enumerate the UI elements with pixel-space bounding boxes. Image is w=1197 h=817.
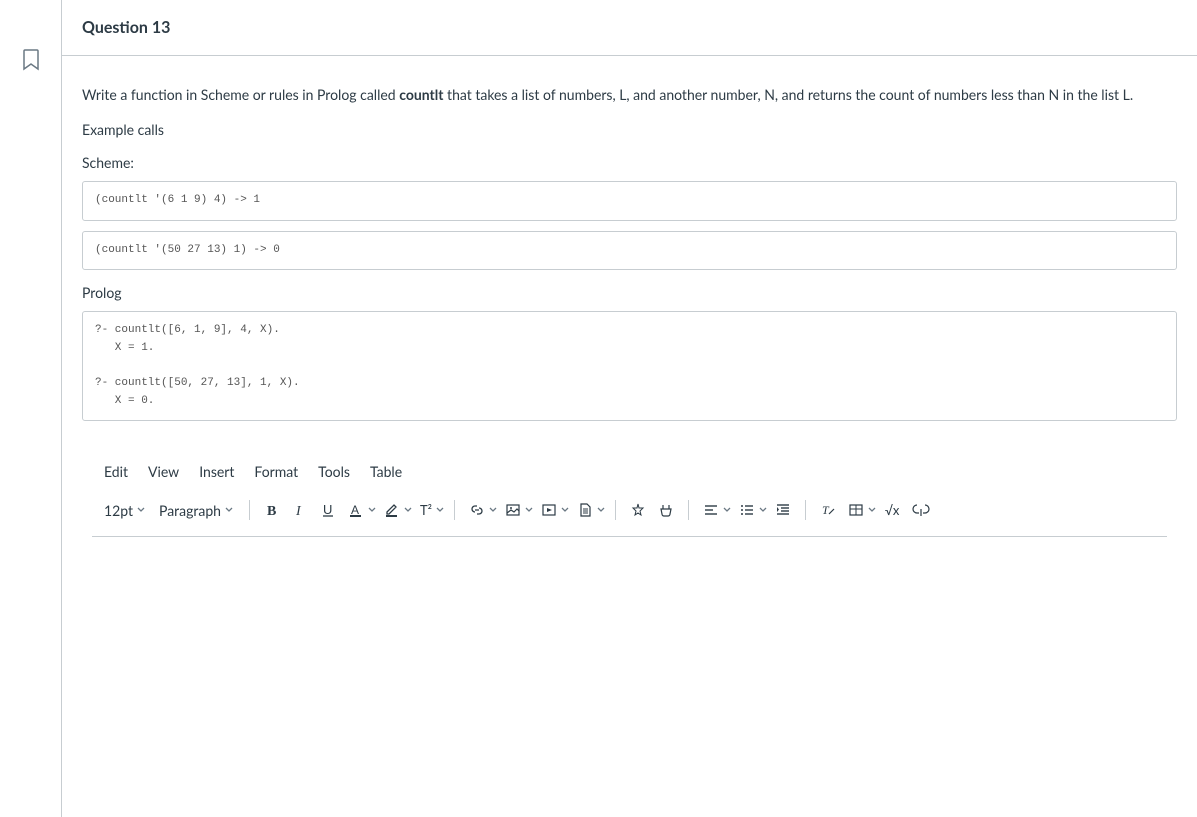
menu-edit[interactable]: Edit bbox=[98, 461, 138, 482]
question-title: Question 13 bbox=[82, 18, 1177, 37]
text-color-button[interactable]: A bbox=[342, 496, 378, 524]
equation-label: √x bbox=[885, 502, 900, 518]
separator bbox=[454, 500, 455, 520]
menu-view[interactable]: View bbox=[142, 461, 189, 482]
svg-text:I: I bbox=[295, 504, 302, 518]
highlight-color-button[interactable] bbox=[378, 496, 414, 524]
prolog-label: Prolog bbox=[82, 284, 1177, 301]
menu-insert[interactable]: Insert bbox=[193, 461, 244, 482]
superscript-label: T² bbox=[420, 502, 432, 518]
separator bbox=[249, 500, 250, 520]
menu-tools[interactable]: Tools bbox=[312, 461, 360, 482]
prompt-text: Write a function in Scheme or rules in P… bbox=[82, 84, 1177, 105]
chevron-down-icon bbox=[868, 506, 876, 514]
svg-text:A: A bbox=[351, 503, 359, 517]
chevron-down-icon bbox=[561, 506, 569, 514]
chevron-down-icon bbox=[723, 506, 731, 514]
separator bbox=[688, 500, 689, 520]
indent-button[interactable] bbox=[769, 496, 797, 524]
chevron-down-icon bbox=[489, 506, 497, 514]
code-block-scheme-1: (countlt '(6 1 9) 4) -> 1 bbox=[82, 181, 1177, 221]
document-button[interactable] bbox=[571, 496, 607, 524]
separator bbox=[615, 500, 616, 520]
svg-text:B: B bbox=[267, 504, 276, 518]
prompt-after: that takes a list of numbers, L, and ano… bbox=[443, 86, 1133, 103]
chevron-down-icon bbox=[137, 506, 145, 514]
image-button[interactable] bbox=[499, 496, 535, 524]
bookmark-icon[interactable] bbox=[22, 49, 40, 71]
editor-toolbar: 12pt Paragraph B I U bbox=[92, 492, 1167, 537]
rich-text-editor: Edit View Insert Format Tools Table 12pt… bbox=[82, 455, 1177, 797]
svg-text:U: U bbox=[323, 502, 332, 517]
superscript-button[interactable]: T² bbox=[414, 496, 446, 524]
chevron-down-icon bbox=[597, 506, 605, 514]
block-format-select[interactable]: Paragraph bbox=[153, 496, 235, 524]
apps-button[interactable] bbox=[624, 496, 652, 524]
media-button[interactable] bbox=[535, 496, 571, 524]
prompt-before: Write a function in Scheme or rules in P… bbox=[82, 86, 399, 103]
list-button[interactable] bbox=[733, 496, 769, 524]
editor-content-area[interactable] bbox=[92, 537, 1167, 797]
equation-button[interactable]: √x bbox=[878, 496, 906, 524]
chevron-down-icon bbox=[759, 506, 767, 514]
italic-button[interactable]: I bbox=[286, 496, 314, 524]
underline-button[interactable]: U bbox=[314, 496, 342, 524]
question-body: Write a function in Scheme or rules in P… bbox=[62, 56, 1197, 817]
bold-button[interactable]: B bbox=[258, 496, 286, 524]
svg-text:T: T bbox=[822, 503, 830, 517]
chevron-down-icon bbox=[225, 506, 233, 514]
table-button[interactable] bbox=[842, 496, 878, 524]
chevron-down-icon bbox=[436, 506, 444, 514]
chevron-down-icon bbox=[404, 506, 412, 514]
scheme-label: Scheme: bbox=[82, 154, 1177, 171]
chevron-down-icon bbox=[368, 506, 376, 514]
plugin-button[interactable] bbox=[652, 496, 680, 524]
font-size-label: 12pt bbox=[104, 502, 133, 519]
menu-format[interactable]: Format bbox=[248, 461, 308, 482]
editor-menubar: Edit View Insert Format Tools Table bbox=[92, 455, 1167, 492]
link-button[interactable] bbox=[463, 496, 499, 524]
align-button[interactable] bbox=[697, 496, 733, 524]
chevron-down-icon bbox=[525, 506, 533, 514]
question-gutter bbox=[0, 0, 62, 817]
question-header: Question 13 bbox=[62, 0, 1197, 56]
embed-button[interactable] bbox=[906, 496, 936, 524]
code-block-prolog: ?- countlt([6, 1, 9], 4, X). X = 1. ?- c… bbox=[82, 311, 1177, 421]
prompt-keyword: countlt bbox=[399, 86, 443, 103]
block-format-label: Paragraph bbox=[159, 502, 221, 519]
clear-formatting-button[interactable]: T bbox=[814, 496, 842, 524]
font-size-select[interactable]: 12pt bbox=[98, 496, 147, 524]
menu-table[interactable]: Table bbox=[364, 461, 412, 482]
separator bbox=[805, 500, 806, 520]
example-calls-label: Example calls bbox=[82, 119, 1177, 140]
code-block-scheme-2: (countlt '(50 27 13) 1) -> 0 bbox=[82, 231, 1177, 271]
